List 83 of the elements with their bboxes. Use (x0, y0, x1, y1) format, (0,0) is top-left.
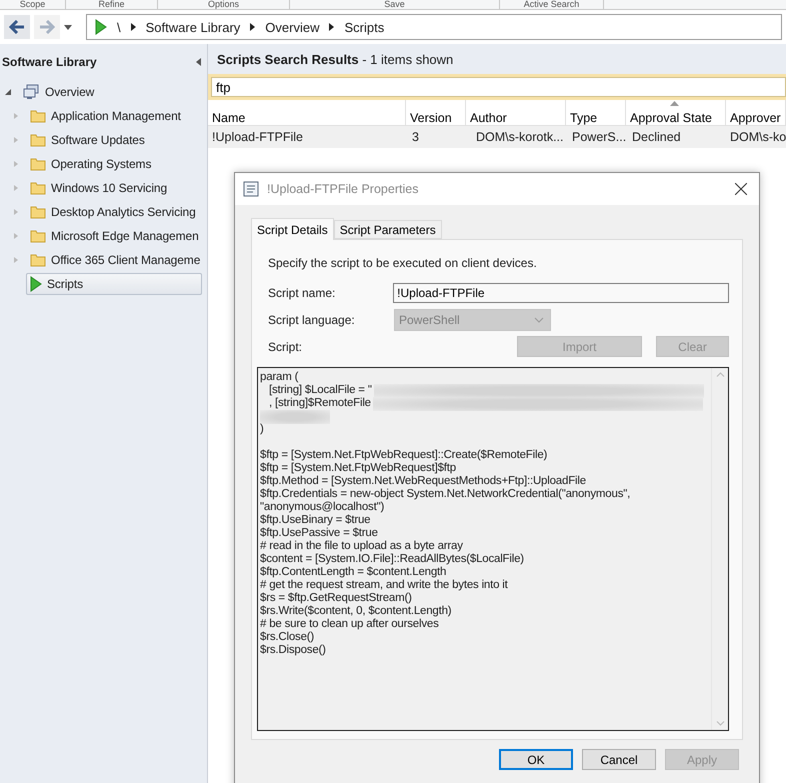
dialog-title: !Upload-FTPFile Properties (267, 182, 420, 196)
table-row[interactable]: !Upload-FTPFile 3 DOM\s-korotk... PowerS... Declined DOM\s-ko (208, 126, 786, 148)
pane-title: Software Library (2, 55, 97, 69)
tree-item[interactable]: Windows 10 Servicing (26, 177, 172, 199)
properties-icon (243, 181, 259, 197)
breadcrumb-item[interactable]: Overview (265, 20, 320, 34)
tree-item[interactable]: Scripts (26, 273, 202, 295)
code-line: [string] $LocalFile = " (268, 384, 372, 397)
code-line: $ftp.ContentLength = $content.Length (260, 566, 446, 579)
ribbon-group-label: Options (208, 0, 240, 9)
table-cell-text: !Upload-FTPFile (211, 130, 304, 144)
arrow-right-icon (39, 20, 55, 34)
folder-icon (30, 157, 46, 171)
scroll-down-icon[interactable] (716, 721, 724, 726)
table-cell-text: DOM\s-korotk... (475, 130, 565, 144)
search-field[interactable]: ftp (211, 77, 786, 97)
code-line: $ftp.UseBinary = $true (260, 514, 370, 527)
code-line: "anonymous@localhost") (260, 501, 384, 514)
tab[interactable]: Script Parameters (334, 220, 442, 239)
dropdown-icon[interactable] (64, 24, 72, 30)
play-icon (95, 19, 107, 35)
tree-item[interactable]: Desktop Analytics Servicing (26, 201, 200, 223)
ribbon-group-label: Refine (98, 0, 124, 9)
collapse-icon[interactable] (196, 58, 201, 66)
dialog-button[interactable]: Cancel (582, 749, 656, 770)
code-line: $ftp = [System.Net.FtpWebRequest]::Create($RemoteFile) (260, 449, 548, 462)
code-line: # get the request stream, and write the bytes into it (260, 579, 508, 592)
code-line: $ftp.UsePassive = $true (260, 527, 378, 540)
code-line: , [string]$RemoteFile (268, 397, 371, 410)
ribbon-group-label: Scope (20, 0, 46, 9)
code-line: ) (260, 423, 264, 436)
dialog-button[interactable]: OK (499, 749, 573, 770)
tree-item[interactable]: Operating Systems (26, 153, 156, 175)
tree-item[interactable]: Application Management (26, 105, 185, 127)
results-title: Scripts Search Results - 1 items shown (217, 52, 454, 66)
tree-item[interactable]: Microsoft Edge Managemen (26, 225, 203, 247)
breadcrumb-item[interactable]: Scripts (344, 20, 384, 34)
folder-icon (30, 133, 46, 147)
folder-icon (30, 253, 46, 267)
breadcrumb-arrow-icon (329, 23, 334, 31)
field-label: Script name: (268, 286, 336, 300)
table-cell-text: PowerS... (571, 130, 626, 144)
code-line: $ftp.Method = [System.Net.WebRequestMethods+Ftp]::UploadFile (260, 475, 586, 488)
ribbon-group-label: Save (384, 0, 405, 9)
play-icon (30, 276, 42, 292)
description-text: Specify the script to be executed on client devices. (268, 256, 538, 270)
code-line: $rs.Write($content, 0, $content.Length) (260, 605, 452, 618)
tab[interactable]: Script Details (251, 218, 334, 240)
tree-item[interactable]: Software Updates (26, 129, 149, 151)
folder-icon (30, 229, 46, 243)
code-line: $rs.Dispose() (260, 644, 326, 657)
field-label: Script: (268, 340, 304, 354)
folder-icon (30, 205, 46, 219)
script-name-field[interactable]: !Upload-FTPFile (393, 282, 729, 302)
computers-icon (22, 84, 40, 100)
code-line: param ( (260, 371, 298, 384)
code-line: $ftp.Credentials = new-object System.Net.NetworkCredential("anonymous", (260, 488, 630, 501)
chevron-down-icon (534, 316, 544, 322)
ribbon-group-label: Active Search (524, 0, 580, 9)
folder-icon (30, 181, 46, 195)
script-editor[interactable] (257, 367, 729, 731)
code-line: $rs = $ftp.GetRequestStream() (260, 592, 412, 605)
table-cell-text: Declined (631, 130, 682, 144)
code-line: $content = [System.IO.File]::ReadAllBytes($LocalFile) (260, 553, 524, 566)
breadcrumb-item[interactable]: Software Library (146, 20, 240, 34)
tree-item[interactable]: Office 365 Client Manageme (26, 249, 204, 271)
code-line: # read in the file to upload as a byte array (260, 540, 463, 553)
back-button[interactable] (4, 15, 30, 39)
blurred-region (260, 410, 330, 424)
field-label: Script language: (268, 312, 356, 326)
table-cell-text: DOM\s-ko (729, 130, 786, 144)
tree-item[interactable]: Overview (18, 81, 98, 103)
breadcrumb-arrow-icon (130, 23, 136, 31)
table-cell-text: 3 (411, 130, 420, 144)
code-line: $rs.Close() (260, 631, 314, 644)
code-line: # be sure to clean up after ourselves (260, 618, 439, 631)
expander-icon[interactable] (4, 88, 12, 96)
arrow-left-icon (9, 20, 25, 34)
folder-icon (30, 109, 46, 123)
code-line: $ftp = [System.Net.FtpWebRequest]$ftp (260, 462, 456, 475)
breadcrumb-arrow-icon (250, 23, 256, 31)
scroll-up-icon[interactable] (716, 372, 724, 377)
breadcrumb-item[interactable]: \ (117, 20, 121, 34)
